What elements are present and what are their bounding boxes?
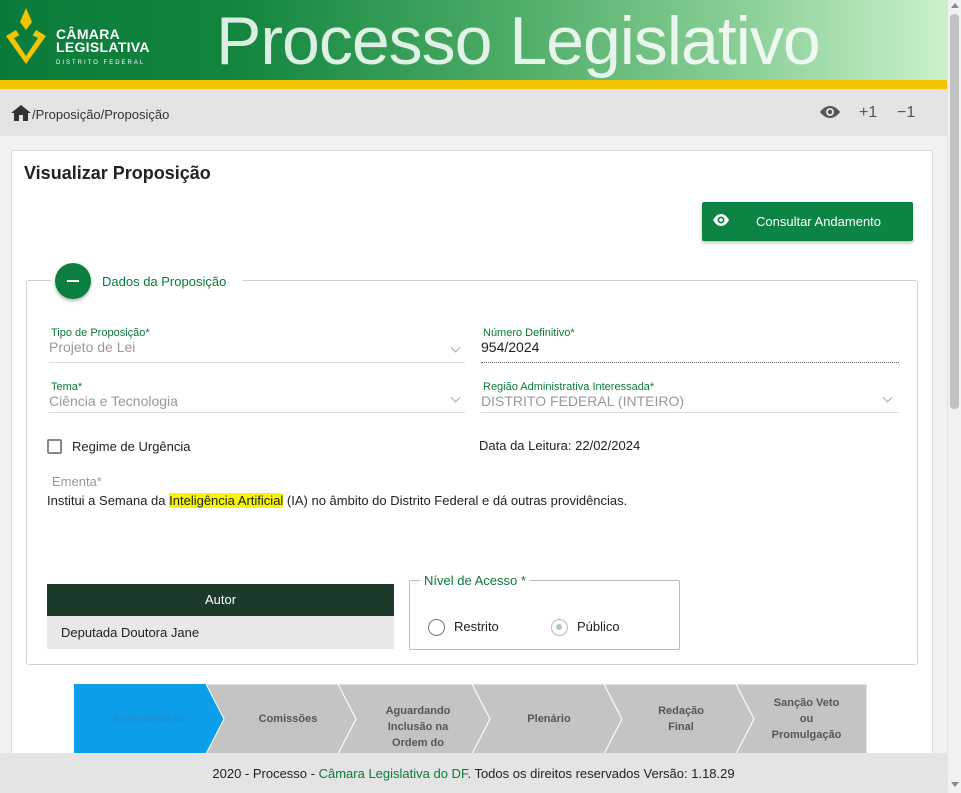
minus-icon	[67, 280, 79, 282]
ementa-text: Institui a Semana da Inteligência Artifi…	[47, 493, 628, 508]
page-footer: 2020 - Processo - Câmara Legislativa do …	[0, 753, 947, 793]
regime-urgencia-checkbox[interactable]	[47, 439, 62, 454]
footer-link[interactable]: Câmara Legislativa do DF	[319, 766, 468, 781]
tema-label: Tema*	[51, 381, 83, 393]
breadcrumb[interactable]: /Proposição/Proposição	[32, 107, 169, 122]
chevron-down-icon	[882, 392, 893, 403]
tipo-proposicao-label: Tipo de Proposição*	[51, 327, 150, 339]
camara-logo-icon	[6, 8, 46, 64]
step-apresentacao[interactable]: Apresentação	[74, 684, 224, 754]
eye-icon[interactable]	[819, 103, 841, 121]
step-comissoes[interactable]: Comissões	[206, 684, 356, 754]
page-title: Visualizar Proposição	[24, 163, 211, 183]
data-leitura: Data da Leitura: 22/02/2024	[479, 438, 641, 453]
regiao-select[interactable]: Região Administrativa Interessada* DISTR…	[479, 381, 899, 413]
dados-proposicao-section: Dados da Proposição Tipo de Proposição* …	[26, 263, 918, 665]
consultar-andamento-label: Consultar Andamento	[756, 214, 882, 229]
ementa-highlight: Inteligência Artificial	[169, 493, 284, 508]
autor-header: Autor	[47, 584, 394, 616]
logo-text: CÂMARA LEGISLATIVA DISTRITO FEDERAL	[56, 26, 150, 66]
nivel-acesso-group: Nível de Acesso * Restrito Público	[409, 573, 680, 650]
tema-select[interactable]: Tema* Ciência e Tecnologia	[47, 381, 467, 413]
ementa-label: Ementa*	[52, 474, 102, 489]
numero-definitivo-field[interactable]: Número Definitivo* 954/2024	[479, 327, 899, 363]
font-decrease-button[interactable]: −1	[897, 104, 915, 122]
home-icon[interactable]	[11, 105, 31, 121]
step-plenario[interactable]: Plenário	[472, 684, 622, 754]
collapse-section-button[interactable]	[55, 263, 91, 299]
restrito-radio[interactable]	[428, 619, 445, 636]
font-increase-button[interactable]: +1	[859, 104, 877, 122]
numero-definitivo-value: 954/2024	[481, 339, 540, 355]
tema-value: Ciência e Tecnologia	[49, 393, 178, 409]
eye-icon	[713, 214, 729, 226]
step-aguardando[interactable]: Aguardando Inclusão na Ordem do Dia	[338, 684, 490, 754]
header-divider	[0, 80, 947, 89]
autor-table: Autor Deputada Doutora Jane	[47, 584, 394, 649]
scroll-up-icon[interactable]	[951, 3, 959, 8]
tramitacao-stepper: Apresentação Comissões Aguardando Inclus…	[74, 684, 867, 754]
app-title: Processo Legislativo	[216, 3, 821, 79]
restrito-label: Restrito	[454, 619, 499, 634]
publico-radio[interactable]	[551, 619, 568, 636]
nivel-acesso-legend: Nível de Acesso *	[420, 573, 530, 588]
step-sancao[interactable]: Sanção Veto ou Promulgação	[736, 684, 867, 754]
section-legend: Dados da Proposição	[102, 274, 227, 289]
consultar-andamento-button[interactable]: Consultar Andamento	[702, 202, 913, 241]
tipo-proposicao-select[interactable]: Tipo de Proposição* Projeto de Lei	[47, 327, 467, 363]
chevron-down-icon	[450, 342, 461, 353]
regiao-value: DISTRITO FEDERAL (INTEIRO)	[481, 393, 685, 409]
table-row: Deputada Doutora Jane	[47, 616, 394, 649]
app-header: CÂMARA LEGISLATIVA DISTRITO FEDERAL Proc…	[0, 0, 947, 80]
numero-definitivo-label: Número Definitivo*	[483, 327, 575, 339]
proposicao-card: Visualizar Proposição Consultar Andament…	[11, 150, 933, 770]
tipo-proposicao-value: Projeto de Lei	[49, 339, 136, 355]
scroll-thumb[interactable]	[950, 14, 959, 409]
regime-urgencia-label: Regime de Urgência	[72, 439, 191, 454]
chevron-down-icon	[450, 392, 461, 403]
page-scrollbar[interactable]	[947, 0, 961, 793]
publico-label: Público	[577, 619, 620, 634]
regiao-label: Região Administrativa Interessada*	[483, 381, 655, 393]
scroll-down-icon[interactable]	[951, 782, 959, 787]
breadcrumb-bar: /Proposição/Proposição +1 −1	[0, 89, 947, 136]
step-redacao-final[interactable]: Redação Final	[604, 684, 754, 754]
